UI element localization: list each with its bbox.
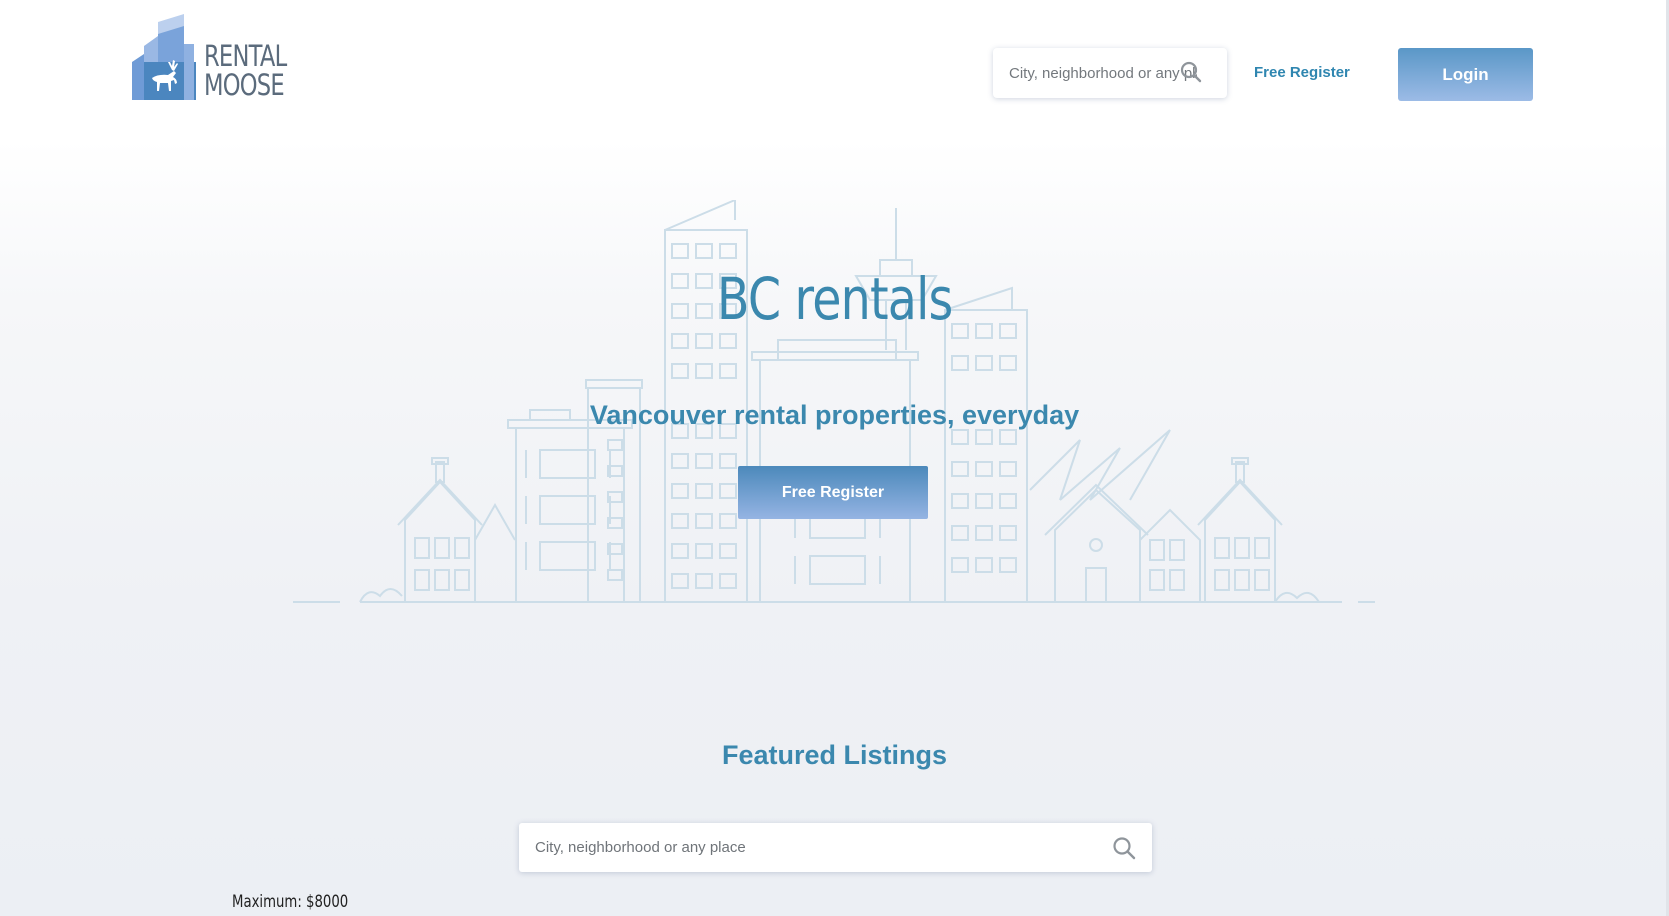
featured-search-box[interactable] — [519, 823, 1152, 872]
login-button[interactable]: Login — [1398, 48, 1533, 101]
brand-line-2: MOOSE — [204, 68, 285, 102]
featured-search-input[interactable] — [519, 823, 1152, 872]
moose-logo-icon — [132, 14, 196, 100]
hero-subtitle: Vancouver rental properties, everyday — [589, 400, 1080, 430]
brand-wordmark: RENTAL MOOSE — [204, 39, 287, 102]
search-icon[interactable] — [1180, 61, 1202, 88]
price-maximum-label: Maximum: $8000 — [232, 892, 349, 912]
featured-listings-title: Featured Listings — [721, 740, 948, 770]
rental-moose-logo[interactable]: RENTAL MOOSE — [132, 14, 292, 102]
hero-free-register-button[interactable]: Free Register — [738, 466, 928, 519]
hero-title: BC rentals — [716, 265, 953, 333]
search-icon[interactable] — [1112, 836, 1136, 865]
brand-line-1: RENTAL — [204, 39, 287, 73]
nav-free-register-link[interactable]: Free Register — [1254, 64, 1350, 81]
header-search-box[interactable] — [993, 48, 1227, 98]
